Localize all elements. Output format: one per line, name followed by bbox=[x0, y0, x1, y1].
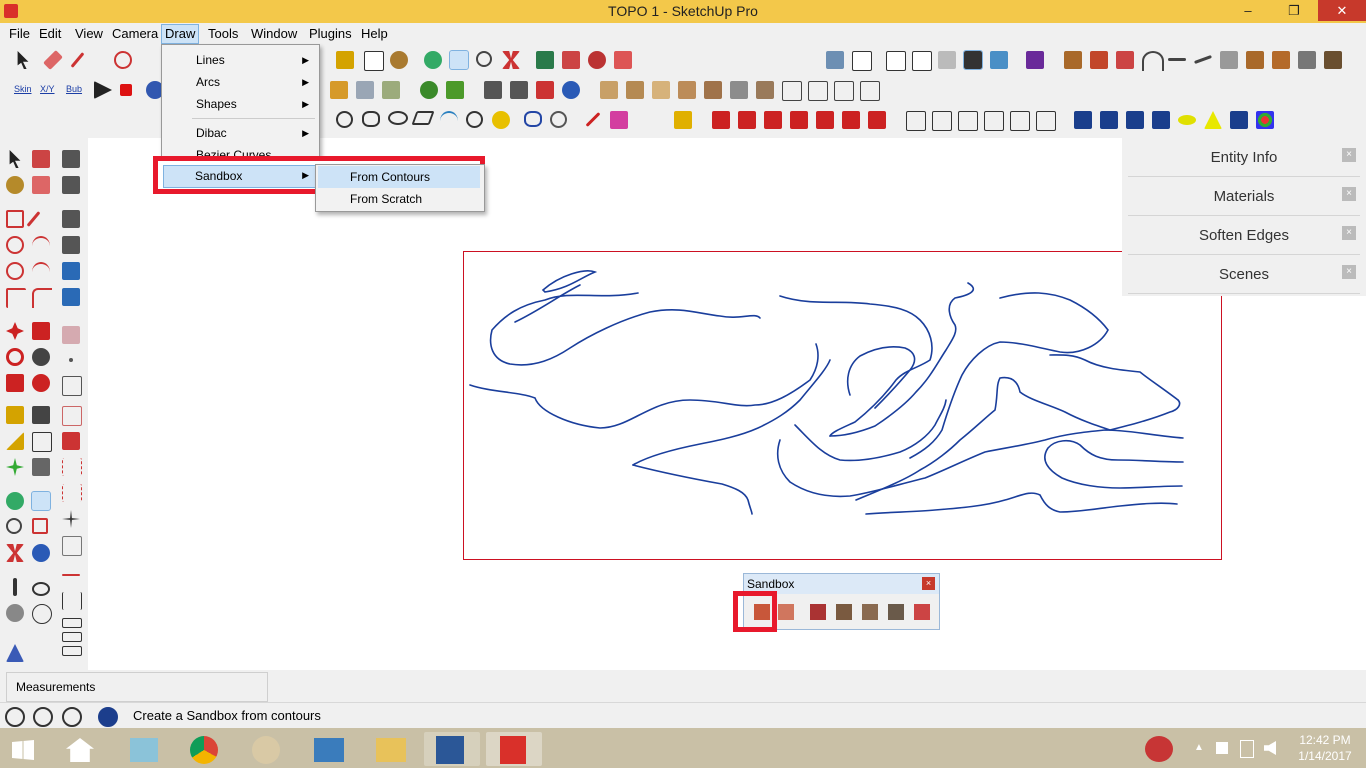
close-icon[interactable]: × bbox=[922, 577, 935, 590]
show-hidden-icons[interactable]: ▲ bbox=[1194, 742, 1204, 753]
geolocation-icon[interactable] bbox=[5, 707, 25, 727]
home-icon[interactable] bbox=[58, 732, 102, 766]
taskbar-paint[interactable] bbox=[240, 732, 296, 766]
taskbar-app-a[interactable] bbox=[116, 732, 172, 766]
stamp-icon[interactable] bbox=[836, 604, 852, 620]
sandbox-toolbar-title: Sandbox bbox=[747, 577, 795, 591]
default-tray: Entity Info × Materials × Soften Edges ×… bbox=[1122, 138, 1366, 296]
contour-line bbox=[514, 284, 581, 323]
contour-line bbox=[632, 359, 831, 466]
paint-app-icon bbox=[252, 736, 280, 764]
contour-line bbox=[855, 376, 1181, 501]
submenu-arrow-icon: ▶ bbox=[302, 128, 309, 138]
sketchup-icon bbox=[500, 736, 526, 764]
windows-taskbar: ▲ 12:42 PM 1/14/2017 bbox=[0, 728, 1366, 768]
menu-item-from-scratch[interactable]: From Scratch bbox=[318, 188, 480, 210]
menu-item-arcs[interactable]: Arcs ▶ bbox=[162, 71, 319, 93]
network-icon[interactable] bbox=[1216, 742, 1228, 754]
contour-line bbox=[1044, 439, 1184, 489]
menu-item-from-contours[interactable]: From Contours bbox=[318, 166, 480, 188]
close-icon[interactable]: × bbox=[1342, 265, 1356, 279]
draw-menu: Lines ▶ Arcs ▶ Shapes ▶ Dibac ▶ Bezier Curve… bbox=[161, 44, 320, 170]
house-shape bbox=[66, 738, 94, 762]
status-message: Create a Sandbox from contours bbox=[133, 708, 321, 723]
tray-panel-materials[interactable]: Materials × bbox=[1128, 179, 1360, 216]
start-button[interactable] bbox=[2, 732, 46, 766]
taskbar-photos[interactable] bbox=[302, 732, 358, 766]
chrome-icon bbox=[190, 736, 218, 764]
clock-date: 1/14/2017 bbox=[1298, 749, 1352, 763]
menu-item-lines[interactable]: Lines ▶ bbox=[162, 49, 319, 71]
submenu-arrow-icon: ▶ bbox=[302, 55, 309, 65]
folder-icon bbox=[376, 738, 406, 762]
volume-icon[interactable] bbox=[1264, 741, 1276, 755]
contour-line bbox=[779, 295, 933, 437]
measurements-box[interactable]: Measurements bbox=[6, 672, 268, 702]
battery-icon[interactable] bbox=[1240, 740, 1254, 758]
close-icon[interactable]: × bbox=[1342, 226, 1356, 240]
submenu-arrow-icon: ▶ bbox=[302, 99, 309, 109]
app-icon bbox=[130, 738, 158, 762]
tray-panel-label[interactable]: Soften Edges bbox=[1128, 227, 1360, 244]
taskbar-explorer[interactable] bbox=[364, 732, 420, 766]
menu-separator bbox=[192, 118, 315, 119]
menu-item-label: Sandbox bbox=[195, 169, 243, 183]
menu-item-sandbox[interactable]: Sandbox ▶ bbox=[163, 165, 320, 188]
measurements-label: Measurements bbox=[16, 680, 96, 694]
word-icon bbox=[436, 736, 464, 764]
help-icon[interactable] bbox=[98, 707, 118, 727]
drape-icon[interactable] bbox=[862, 604, 878, 620]
tray-panel-entity-info[interactable]: Entity Info × bbox=[1128, 140, 1360, 177]
flip-edge-icon[interactable] bbox=[914, 604, 930, 620]
highlight-annotation-box bbox=[733, 591, 777, 632]
contour-line bbox=[829, 282, 974, 437]
taskbar-word[interactable] bbox=[424, 732, 480, 766]
contour-line bbox=[776, 429, 1184, 498]
tray-panel-label[interactable]: Entity Info bbox=[1128, 149, 1360, 166]
taskbar-sketchup[interactable] bbox=[486, 732, 542, 766]
photos-icon bbox=[314, 738, 344, 762]
windows-logo-icon bbox=[12, 740, 34, 760]
tray-panel-scenes[interactable]: Scenes × bbox=[1128, 257, 1360, 294]
submenu-arrow-icon: ▶ bbox=[302, 77, 309, 87]
status-bar: Create a Sandbox from contours bbox=[0, 702, 1366, 729]
contour-line bbox=[541, 270, 598, 293]
contour-line bbox=[1049, 354, 1179, 401]
menu-item-dibac[interactable]: Dibac ▶ bbox=[162, 122, 319, 144]
submenu-arrow-icon: ▶ bbox=[302, 170, 309, 180]
contour-line bbox=[489, 292, 761, 366]
smoove-icon[interactable] bbox=[810, 604, 826, 620]
close-icon[interactable]: × bbox=[1342, 187, 1356, 201]
user-icon[interactable] bbox=[62, 707, 82, 727]
tray-panel-label[interactable]: Materials bbox=[1128, 188, 1360, 205]
tray-panel-soften-edges[interactable]: Soften Edges × bbox=[1128, 218, 1360, 255]
credits-icon[interactable] bbox=[33, 707, 53, 727]
taskbar-clock[interactable]: 12:42 PM 1/14/2017 bbox=[1286, 732, 1364, 764]
contour-line bbox=[865, 492, 1178, 515]
tray-panel-label[interactable]: Scenes bbox=[1128, 266, 1360, 283]
menu-item-shapes[interactable]: Shapes ▶ bbox=[162, 93, 319, 115]
contour-line bbox=[469, 343, 819, 429]
sandbox-submenu: From Contours From Scratch bbox=[315, 164, 485, 212]
contour-line bbox=[632, 464, 753, 515]
taskbar-chrome[interactable] bbox=[178, 732, 234, 766]
add-detail-icon[interactable] bbox=[888, 604, 904, 620]
close-icon[interactable]: × bbox=[1342, 148, 1356, 162]
from-scratch-icon[interactable] bbox=[778, 604, 794, 620]
clock-time: 12:42 PM bbox=[1299, 733, 1351, 747]
tray-app-icon[interactable] bbox=[1145, 736, 1173, 762]
